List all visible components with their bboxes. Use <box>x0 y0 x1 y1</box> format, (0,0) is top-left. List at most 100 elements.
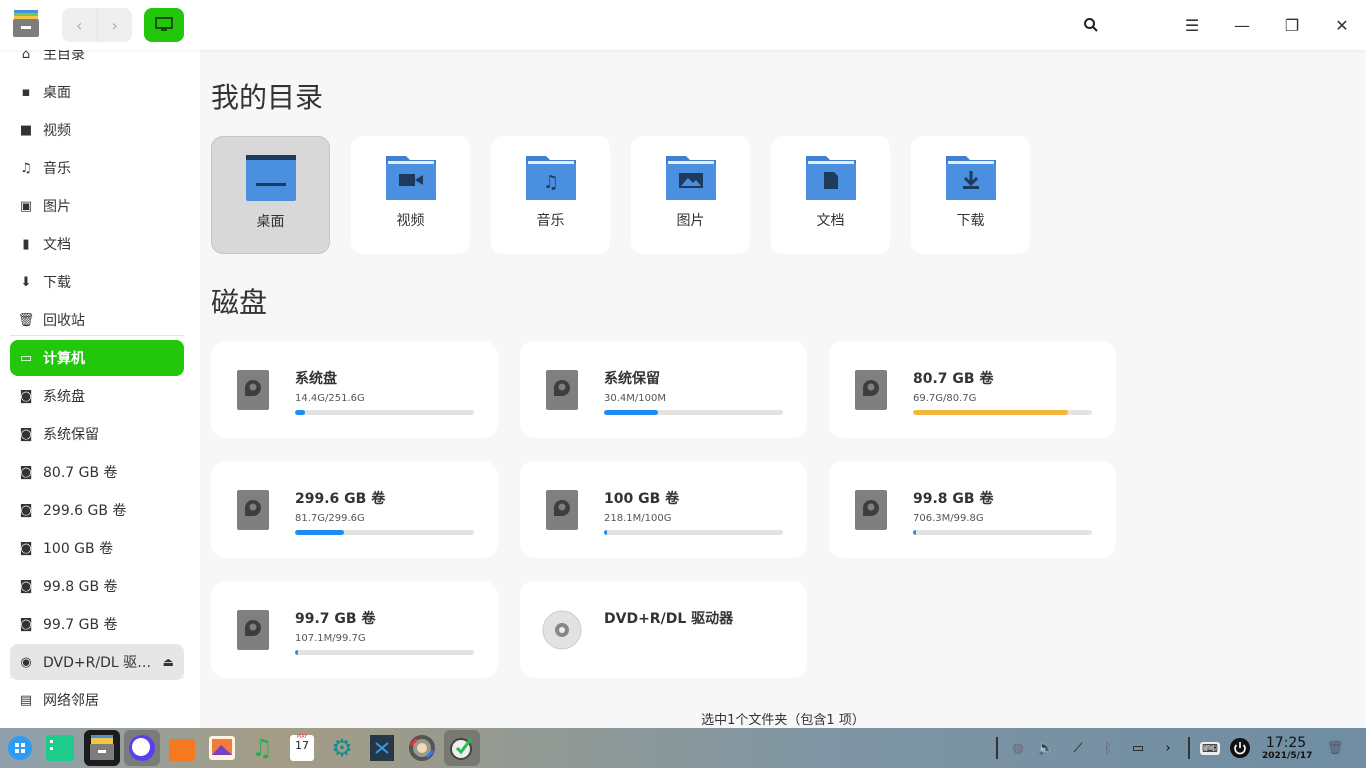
folder-label: 文档 <box>816 213 845 229</box>
disk-usage-text: 218.1M/100G <box>604 513 672 524</box>
taskbar-browser[interactable] <box>124 730 160 766</box>
sidebar-item[interactable]: ▣ 图片 <box>10 188 184 224</box>
disk-usage-text: 14.4G/251.6G <box>295 393 365 404</box>
download-icon: ⬇ <box>20 274 32 290</box>
sidebar-item[interactable]: ♫ 音乐 <box>10 150 184 186</box>
taskbar-music[interactable]: ♫ <box>244 730 280 766</box>
folder-card[interactable]: 桌面 <box>211 136 330 254</box>
disk-usage-bar <box>913 530 1092 535</box>
minimize-button[interactable]: — <box>1230 13 1254 37</box>
computer-view-button[interactable] <box>144 8 184 42</box>
disk-usage-text: 81.7G/299.6G <box>295 513 365 524</box>
sidebar-item[interactable]: ■ 视频 <box>10 112 184 148</box>
disk-card[interactable]: DVD+R/DL 驱动器 <box>520 581 807 678</box>
taskbar-calendar[interactable]: MAY 17 <box>284 730 320 766</box>
taskbar-clock-app[interactable] <box>444 730 480 766</box>
folder-card[interactable]: 下载 <box>911 136 1030 254</box>
folder-card[interactable]: 文档 <box>771 136 890 254</box>
taskbar-backup[interactable] <box>404 730 440 766</box>
sidebar-item[interactable]: ⌂ 主目录 <box>10 50 184 72</box>
sidebar-item[interactable]: ◙ 80.7 GB 卷 <box>10 454 184 490</box>
power-icon <box>1230 738 1250 758</box>
monitor-icon <box>155 17 173 31</box>
disk-card[interactable]: 100 GB 卷 218.1M/100G <box>520 461 807 558</box>
disk-icon: ◙ <box>19 502 33 518</box>
disk-usage-bar <box>295 530 474 535</box>
eject-icon[interactable]: ⏏ <box>163 655 174 669</box>
close-button[interactable]: ✕ <box>1330 13 1354 37</box>
sidebar-item[interactable]: ◉ DVD+R/DL 驱… ⏏ <box>10 644 184 680</box>
folder-card[interactable]: 图片 <box>631 136 750 254</box>
hard-disk-icon <box>237 370 269 410</box>
document-icon: ▮ <box>22 236 30 252</box>
taskbar-settings[interactable]: ⚙ <box>324 730 360 766</box>
sidebar-item[interactable]: ▭ 计算机 <box>10 340 184 376</box>
trash-tray-button[interactable]: 🗑 <box>1325 738 1345 758</box>
sidebar-item[interactable]: ◙ 299.6 GB 卷 <box>10 492 184 528</box>
sidebar-item-label: 299.6 GB 卷 <box>43 503 127 519</box>
disk-usage-text: 107.1M/99.7G <box>295 633 366 644</box>
battery-plug-icon: ▭ <box>1131 740 1145 756</box>
disk-usage-fill <box>913 530 916 535</box>
sidebar-item-label: 99.8 GB 卷 <box>43 579 118 595</box>
keyboard-tray-button[interactable]: ⌨ <box>1200 738 1220 758</box>
taskbar-image-viewer[interactable] <box>204 730 240 766</box>
disk-card[interactable]: 99.7 GB 卷 107.1M/99.7G <box>211 581 498 678</box>
file-manager-app-icon <box>13 10 39 37</box>
volume-muted-icon: 🔈 <box>1037 740 1055 756</box>
disk-icon: ◙ <box>19 464 33 480</box>
volume-tray-button[interactable]: 🔈 <box>1036 738 1056 758</box>
sidebar-item[interactable]: ▤ 网络邻居 <box>10 682 184 718</box>
folder-label: 视频 <box>396 213 425 229</box>
search-button[interactable] <box>1079 13 1103 37</box>
power-tray-button[interactable]: ▭ <box>1128 738 1148 758</box>
cable-icon: ⟋ <box>1073 740 1083 756</box>
sidebar-separator <box>10 677 184 678</box>
multitasking-view-button[interactable] <box>42 730 78 766</box>
sidebar-item[interactable]: ◙ 99.7 GB 卷 <box>10 606 184 642</box>
back-button[interactable]: ‹ <box>62 8 98 42</box>
trash-icon: 🗑 <box>1326 740 1344 756</box>
minimize-icon: — <box>1234 15 1250 35</box>
maximize-button[interactable]: ❐ <box>1280 13 1304 37</box>
music-icon: ♫ <box>20 160 32 176</box>
main-content: 我的目录 桌面 视频 ♫ 音乐 图片 文档 下载 磁盘 系统盘 14.4G/251.6G 系统保… <box>200 50 1366 728</box>
disk-usage-bar <box>295 410 474 415</box>
disk-card[interactable]: 99.8 GB 卷 706.3M/99.8G <box>829 461 1116 558</box>
expand-tray-button[interactable]: › <box>1158 738 1178 758</box>
sidebar-item[interactable]: ◙ 99.8 GB 卷 <box>10 568 184 604</box>
taskbar-code-editor[interactable] <box>364 730 400 766</box>
hard-disk-icon <box>237 490 269 530</box>
disk-card[interactable]: 80.7 GB 卷 69.7G/80.7G <box>829 341 1116 438</box>
bluetooth-tray-button[interactable]: ᛒ <box>1098 738 1118 758</box>
disk-card[interactable]: 系统盘 14.4G/251.6G <box>211 341 498 438</box>
disk-usage-fill <box>913 410 1068 415</box>
image-viewer-icon <box>209 736 235 760</box>
sidebar-item[interactable]: ▮ 文档 <box>10 226 184 262</box>
wired-tray-button[interactable]: ⟋ <box>1068 738 1088 758</box>
disk-card[interactable]: 系统保留 30.4M/100M <box>520 341 807 438</box>
sidebar-item[interactable]: ⬇ 下载 <box>10 264 184 300</box>
sidebar-item[interactable]: ◙ 系统盘 <box>10 378 184 414</box>
disk-usage-fill <box>604 410 659 415</box>
taskbar-file-manager[interactable] <box>84 730 120 766</box>
folder-card[interactable]: 视频 <box>351 136 470 254</box>
disk-card[interactable]: 299.6 GB 卷 81.7G/299.6G <box>211 461 498 558</box>
sidebar-item-label: 99.7 GB 卷 <box>43 617 118 633</box>
shutdown-button[interactable] <box>1230 738 1250 758</box>
disk-usage-fill <box>295 410 306 415</box>
network-tray-button[interactable]: ◍ <box>1008 738 1028 758</box>
sidebar-item-label: 系统保留 <box>43 427 99 443</box>
forward-button[interactable]: › <box>98 8 133 42</box>
sidebar-item[interactable]: ◙ 100 GB 卷 <box>10 530 184 566</box>
tray-separator <box>996 737 998 759</box>
taskbar-app-store[interactable] <box>164 730 200 766</box>
folder-card[interactable]: ♫ 音乐 <box>491 136 610 254</box>
clock[interactable]: 17:25 2021/5/17 <box>1262 735 1312 761</box>
sidebar-item[interactable]: ▪ 桌面 <box>10 74 184 110</box>
sidebar-item[interactable]: 🗑 回收站 <box>10 302 184 338</box>
svg-text:♫: ♫ <box>542 172 558 193</box>
launcher-button[interactable] <box>2 730 38 766</box>
menu-button[interactable]: ☰ <box>1180 13 1204 37</box>
sidebar-item[interactable]: ◙ 系统保留 <box>10 416 184 452</box>
